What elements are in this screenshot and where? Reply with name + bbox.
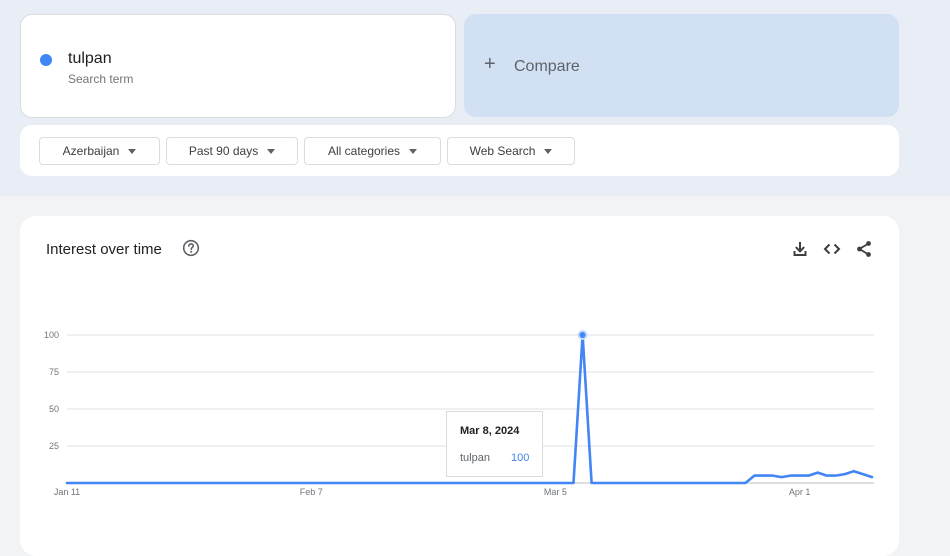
region-filter-label: Azerbaijan (62, 144, 120, 158)
time-range-filter-label: Past 90 days (188, 144, 259, 158)
category-filter-label: All categories (327, 144, 401, 158)
dropdown-caret-icon (544, 148, 553, 154)
dropdown-caret-icon (128, 148, 137, 154)
chart-tooltip: Mar 8, 2024 tulpan 100 (446, 411, 543, 477)
x-tick-label: Apr 1 (789, 487, 811, 497)
tooltip-value: 100 (511, 452, 530, 464)
x-tick-label: Feb 7 (300, 487, 323, 497)
tooltip-term: tulpan (460, 452, 490, 464)
plus-icon: + (484, 53, 496, 75)
y-tick-label: 50 (49, 404, 59, 414)
tooltip-date: Mar 8, 2024 (460, 425, 520, 437)
compare-label: Compare (514, 58, 580, 75)
interest-over-time-panel: Interest over time 25 50 75 100 Jan 11 Feb 7M… (20, 216, 899, 556)
x-tick-label: Mar 5 (544, 487, 567, 497)
search-type-filter[interactable]: Web Search (447, 137, 575, 165)
category-filter[interactable]: All categories (304, 137, 441, 165)
filter-bar: Azerbaijan Past 90 days All categories W… (20, 125, 899, 176)
y-tick-label: 75 (49, 367, 59, 377)
interest-line-chart: 25 50 75 100 Jan 11 Feb 7 Mar 5 Apr 1 (44, 330, 874, 497)
term-color-dot (40, 54, 52, 66)
time-range-filter[interactable]: Past 90 days (166, 137, 298, 165)
search-type-filter-label: Web Search (469, 144, 536, 158)
y-tick-label: 25 (49, 441, 59, 451)
search-term-name[interactable]: tulpan (68, 50, 112, 68)
dropdown-caret-icon (267, 148, 276, 154)
dropdown-caret-icon (409, 148, 418, 154)
search-term-card[interactable]: tulpan Search term (20, 14, 456, 118)
x-tick-label: Jan 11 (54, 487, 80, 497)
region-filter[interactable]: Azerbaijan (39, 137, 160, 165)
y-tick-label: 100 (44, 330, 59, 340)
search-term-subtitle: Search term (68, 72, 134, 86)
compare-button[interactable]: + Compare (464, 14, 899, 117)
highlighted-data-point (577, 330, 588, 340)
